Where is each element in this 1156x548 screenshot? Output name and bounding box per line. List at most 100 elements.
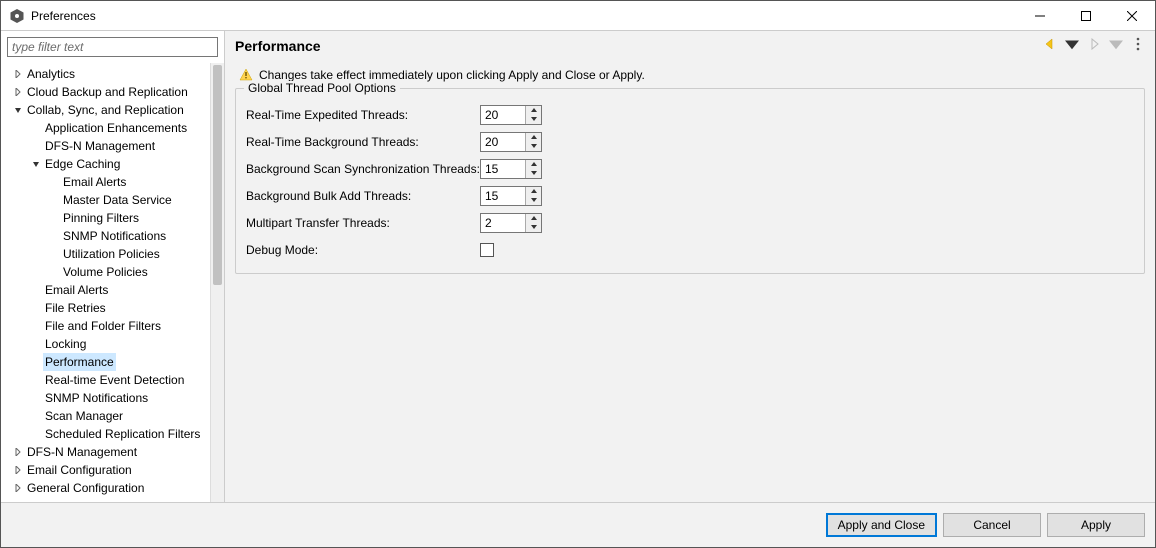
bg-scan-sync-spinner[interactable] [480,159,542,179]
tree-item[interactable]: SNMP Notifications [1,227,210,245]
rt-background-input[interactable] [481,133,525,151]
spinner-down-icon[interactable] [526,169,541,178]
spinner-down-icon[interactable] [526,196,541,205]
bg-bulk-add-label: Background Bulk Add Threads: [246,189,480,203]
group-title: Global Thread Pool Options [244,81,400,95]
nav-back-button[interactable] [1043,37,1057,54]
nav-forward-menu[interactable] [1109,37,1123,54]
tree-item-label: Scheduled Replication Filters [43,425,202,443]
tree-item-label: Collab, Sync, and Replication [25,101,186,119]
titlebar: Preferences [1,1,1155,31]
bg-scan-sync-input[interactable] [481,160,525,178]
tree-item-label: Utilization Policies [61,245,162,263]
tree-item[interactable]: Application Enhancements [1,119,210,137]
preferences-tree[interactable]: AnalyticsCloud Backup and ReplicationCol… [1,63,210,502]
chevron-right-icon[interactable] [11,70,25,78]
spinner-up-icon[interactable] [526,160,541,169]
tree-item[interactable]: Collab, Sync, and Replication [1,101,210,119]
spinner-down-icon[interactable] [526,115,541,124]
spinner-up-icon[interactable] [526,187,541,196]
warning-icon [239,68,253,82]
tree-item-label: Analytics [25,65,77,83]
chevron-right-icon[interactable] [11,88,25,96]
multipart-spinner[interactable] [480,213,542,233]
chevron-down-icon[interactable] [29,160,43,168]
debug-mode-checkbox[interactable] [480,243,494,257]
tree-item-label: General Configuration [25,479,146,497]
tree-item[interactable]: File Retries [1,299,210,317]
rt-expedited-input[interactable] [481,106,525,124]
rt-expedited-label: Real-Time Expedited Threads: [246,108,480,122]
nav-forward-button[interactable] [1087,37,1101,54]
spinner-up-icon[interactable] [526,214,541,223]
rt-expedited-spinner[interactable] [480,105,542,125]
nav-back-menu[interactable] [1065,37,1079,54]
global-thread-pool-group: Global Thread Pool Options Real-Time Exp… [235,88,1145,274]
tree-item-label: Scan Manager [43,407,125,425]
tree-item-label: Locking [43,335,88,353]
tree-item[interactable]: Cloud Backup and Replication [1,83,210,101]
multipart-input[interactable] [481,214,525,232]
minimize-button[interactable] [1017,1,1063,30]
tree-item[interactable]: Edge Caching [1,155,210,173]
debug-mode-label: Debug Mode: [246,243,480,257]
cancel-button[interactable]: Cancel [943,513,1041,537]
close-button[interactable] [1109,1,1155,30]
tree-item[interactable]: Pinning Filters [1,209,210,227]
view-menu-icon[interactable] [1131,37,1145,54]
tree-item-label: File Retries [43,299,108,317]
tree-item-label: Email Alerts [61,173,128,191]
warning-message: Changes take effect immediately upon cli… [239,68,1145,82]
tree-item-label: Volume Policies [61,263,150,281]
maximize-button[interactable] [1063,1,1109,30]
chevron-right-icon[interactable] [11,466,25,474]
tree-item[interactable]: Volume Policies [1,263,210,281]
tree-item-label: DFS-N Management [25,443,139,461]
tree-item[interactable]: Locking [1,335,210,353]
tree-item[interactable]: Utilization Policies [1,245,210,263]
spinner-up-icon[interactable] [526,106,541,115]
warning-text: Changes take effect immediately upon cli… [259,68,645,82]
bg-bulk-add-spinner[interactable] [480,186,542,206]
filter-input[interactable] [7,37,218,57]
chevron-right-icon[interactable] [11,484,25,492]
tree-item[interactable]: Master Data Service [1,191,210,209]
window-title: Preferences [31,9,96,23]
spinner-down-icon[interactable] [526,223,541,232]
apply-button[interactable]: Apply [1047,513,1145,537]
tree-item[interactable]: Email Configuration [1,461,210,479]
tree-item[interactable]: DFS-N Management [1,443,210,461]
tree-item[interactable]: File and Folder Filters [1,317,210,335]
tree-item-label: SNMP Notifications [43,389,150,407]
tree-item[interactable]: Email Alerts [1,281,210,299]
preferences-window: Preferences AnalyticsCloud Backup and Re… [0,0,1156,548]
body: AnalyticsCloud Backup and ReplicationCol… [1,31,1155,502]
tree-item[interactable]: General Configuration [1,479,210,497]
bg-bulk-add-input[interactable] [481,187,525,205]
apply-and-close-button[interactable]: Apply and Close [826,513,937,537]
chevron-down-icon[interactable] [11,106,25,114]
chevron-right-icon[interactable] [11,448,25,456]
rt-background-label: Real-Time Background Threads: [246,135,480,149]
tree-item-label: DFS-N Management [43,137,157,155]
tree-item-label: Cloud Backup and Replication [25,83,190,101]
sidebar: AnalyticsCloud Backup and ReplicationCol… [1,31,225,502]
tree-item[interactable]: Performance [1,353,210,371]
tree-scrollbar[interactable] [210,63,224,502]
tree-item-label: Performance [43,353,116,371]
app-icon [9,8,25,24]
spinner-up-icon[interactable] [526,133,541,142]
rt-background-spinner[interactable] [480,132,542,152]
tree-item[interactable]: Analytics [1,65,210,83]
multipart-label: Multipart Transfer Threads: [246,216,480,230]
scrollbar-thumb[interactable] [213,65,222,285]
tree-item[interactable]: Scheduled Replication Filters [1,425,210,443]
tree-item-label: Pinning Filters [61,209,141,227]
footer: Apply and Close Cancel Apply [1,502,1155,547]
tree-item[interactable]: DFS-N Management [1,137,210,155]
tree-item[interactable]: Email Alerts [1,173,210,191]
tree-item[interactable]: Scan Manager [1,407,210,425]
tree-item[interactable]: Real-time Event Detection [1,371,210,389]
tree-item[interactable]: SNMP Notifications [1,389,210,407]
spinner-down-icon[interactable] [526,142,541,151]
